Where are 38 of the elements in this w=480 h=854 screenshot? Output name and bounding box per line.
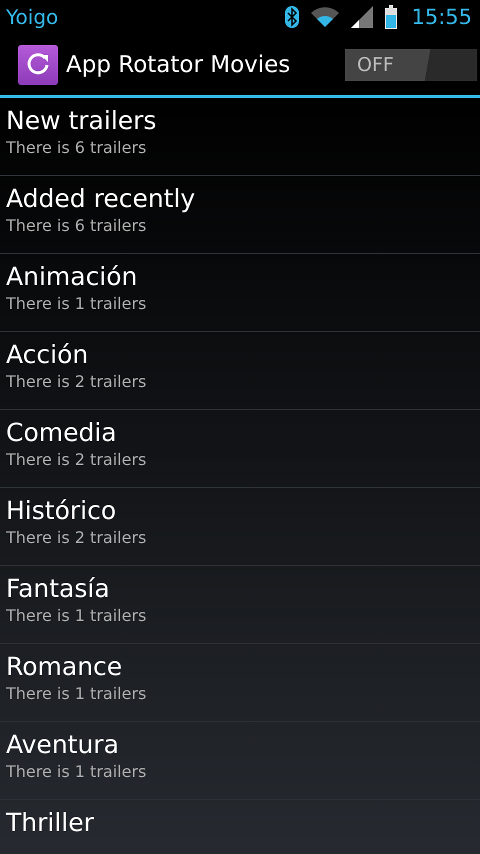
signal-icon <box>351 6 374 28</box>
category-item[interactable]: Aventura There is 1 trailers <box>0 722 480 800</box>
trailer-count: There is 2 trailers <box>6 527 148 549</box>
trailer-count: There is 1 trailers <box>6 605 148 627</box>
toggle-switch[interactable]: OFF <box>345 48 477 80</box>
trailer-count: There is 1 trailers <box>6 683 148 705</box>
trailer-count: There is 6 trailers <box>6 215 148 237</box>
category-title: Histórico <box>6 496 118 526</box>
category-title: Acción <box>6 340 90 370</box>
category-title: Fantasía <box>6 574 111 604</box>
category-item[interactable]: Thriller <box>0 800 480 854</box>
category-item[interactable]: Acción There is 2 trailers <box>0 332 480 410</box>
app-logo-icon <box>18 44 58 84</box>
app-title: App Rotator Movies <box>66 52 292 78</box>
category-item[interactable]: Romance There is 1 trailers <box>0 644 480 722</box>
category-item[interactable]: Added recently There is 6 trailers <box>0 176 480 254</box>
clock-time: 15:55 <box>411 5 472 29</box>
category-title: Thriller <box>6 808 95 838</box>
category-title: Aventura <box>6 730 120 760</box>
category-title: Romance <box>6 652 124 682</box>
trailer-count: There is 2 trailers <box>6 371 148 393</box>
category-title: Comedia <box>6 418 118 448</box>
trailer-count: There is 6 trailers <box>6 137 148 159</box>
category-title: Added recently <box>6 184 196 214</box>
category-title: Animación <box>6 262 138 292</box>
trailer-count: There is 1 trailers <box>6 761 148 783</box>
battery-icon <box>385 5 398 29</box>
category-item[interactable]: Fantasía There is 1 trailers <box>0 566 480 644</box>
category-title: New trailers <box>6 106 158 136</box>
category-item[interactable]: Comedia There is 2 trailers <box>0 410 480 488</box>
bluetooth-icon <box>285 6 300 28</box>
trailer-count: There is 1 trailers <box>6 293 148 315</box>
carrier-name: Yoigo <box>6 5 60 29</box>
trailer-count: There is 2 trailers <box>6 449 148 471</box>
category-item[interactable]: Histórico There is 2 trailers <box>0 488 480 566</box>
wifi-icon <box>311 7 340 27</box>
category-item[interactable]: Animación There is 1 trailers <box>0 254 480 332</box>
category-item[interactable]: New trailers There is 6 trailers <box>0 98 480 176</box>
